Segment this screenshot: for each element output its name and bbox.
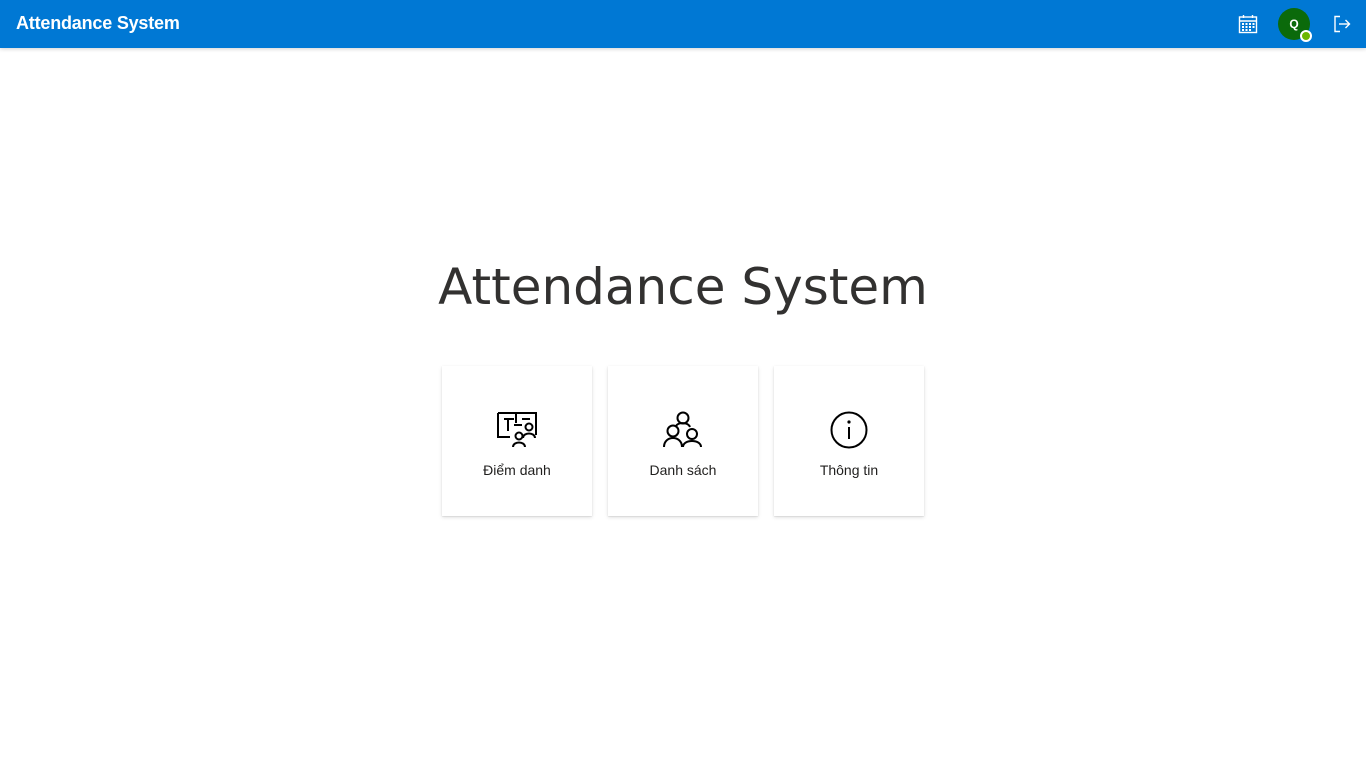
sign-out-icon <box>1334 15 1351 33</box>
card-grid: Điểm danh Danh sách Thông tin <box>442 366 924 516</box>
app-title[interactable]: Attendance System <box>16 13 180 34</box>
people-group-icon <box>662 410 704 450</box>
card-label: Điểm danh <box>483 462 551 478</box>
card-label: Thông tin <box>819 462 879 478</box>
calendar-icon <box>1238 15 1258 34</box>
calendar-button[interactable] <box>1236 12 1260 36</box>
presence-indicator <box>1300 30 1312 42</box>
classroom-icon <box>496 410 538 450</box>
card-thong-tin[interactable]: Thông tin <box>774 366 924 516</box>
page-title: Attendance System <box>438 258 928 316</box>
card-danh-sach[interactable]: Danh sách <box>608 366 758 516</box>
top-bar: Attendance System Q <box>0 0 1366 48</box>
card-label: Danh sách <box>649 462 717 478</box>
card-diem-danh[interactable]: Điểm danh <box>442 366 592 516</box>
sign-out-button[interactable] <box>1330 12 1354 36</box>
info-icon <box>828 410 870 450</box>
avatar-initial: Q <box>1289 17 1299 31</box>
avatar[interactable]: Q <box>1278 8 1312 42</box>
